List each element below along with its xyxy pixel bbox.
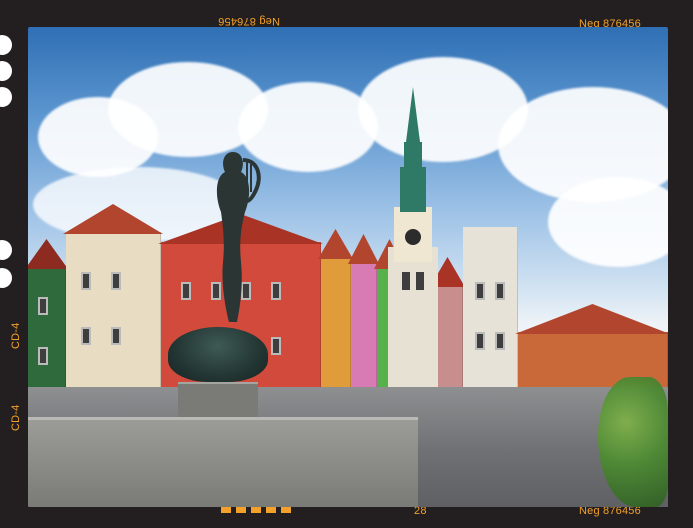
sprocket-hole — [0, 87, 12, 107]
photo-old-town-square — [28, 27, 668, 507]
sprocket-hole — [0, 240, 12, 260]
sprocket-hole — [0, 61, 12, 81]
sprocket-hole — [0, 268, 12, 288]
statue-plinth — [178, 382, 258, 417]
film-frame: Neg 876456 Neg 876456 CD-4 CD-4 28 Neg 8… — [0, 0, 693, 528]
fountain-bowl — [168, 327, 268, 382]
town-hall-tower — [388, 87, 438, 417]
sprocket-hole — [0, 35, 12, 55]
film-negative-label-inverted: Neg 876456 — [218, 15, 280, 27]
townhouses — [28, 157, 668, 417]
fountain-basin — [28, 417, 418, 507]
film-cd-label: CD-4 — [10, 404, 22, 431]
apollo-statue — [216, 152, 261, 322]
film-cd-label: CD-4 — [10, 322, 22, 349]
